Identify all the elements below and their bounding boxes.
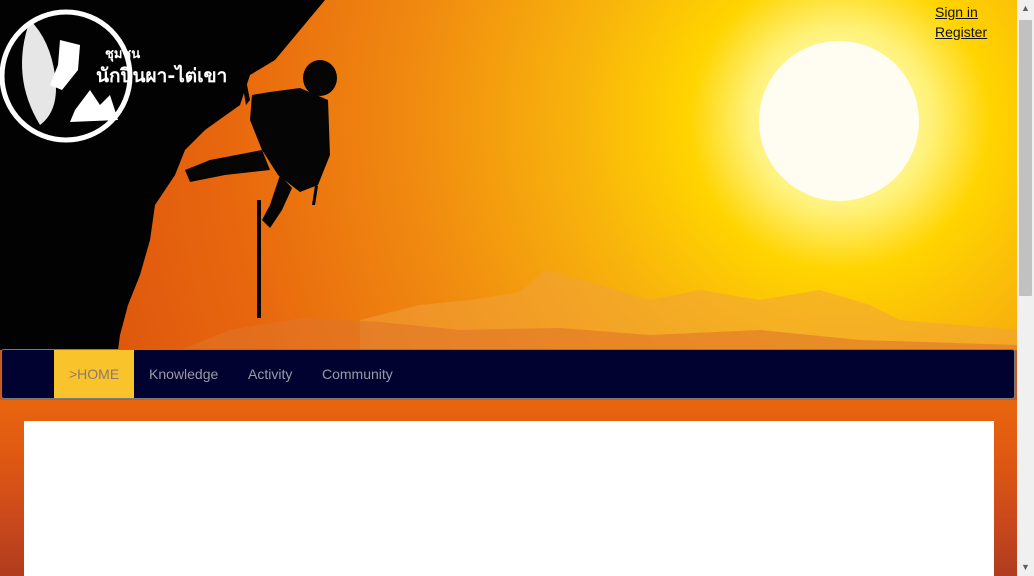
auth-links: Sign in Register (935, 2, 987, 42)
sign-in-link[interactable]: Sign in (935, 2, 987, 22)
vertical-scrollbar[interactable]: ▲ ▼ (1017, 0, 1034, 576)
page: ชุมชน นักปีนผา-ไต่เขา Sign in Register >… (0, 0, 1017, 576)
main-navbar: >HOME Knowledge Activity Community (1, 349, 1015, 399)
arrow-down-icon[interactable]: ▼ (1017, 559, 1034, 576)
nav-item-home[interactable]: >HOME (54, 350, 134, 398)
header-banner: ชุมชน นักปีนผา-ไต่เขา Sign in Register (0, 0, 1017, 350)
sun-icon (759, 41, 919, 201)
nav-item-community[interactable]: Community (307, 350, 408, 398)
arrow-up-icon[interactable]: ▲ (1017, 0, 1034, 17)
scrollbar-thumb[interactable] (1019, 20, 1032, 296)
nav-item-knowledge[interactable]: Knowledge (134, 350, 233, 398)
logo-text-large: นักปีนผา-ไต่เขา (96, 64, 227, 87)
logo-text-small: ชุมชน (105, 47, 140, 62)
main-content-panel (24, 421, 994, 576)
register-link[interactable]: Register (935, 22, 987, 42)
sunset-climber-illustration: ชุมชน นักปีนผา-ไต่เขา (0, 0, 1017, 350)
nav-item-activity[interactable]: Activity (233, 350, 307, 398)
